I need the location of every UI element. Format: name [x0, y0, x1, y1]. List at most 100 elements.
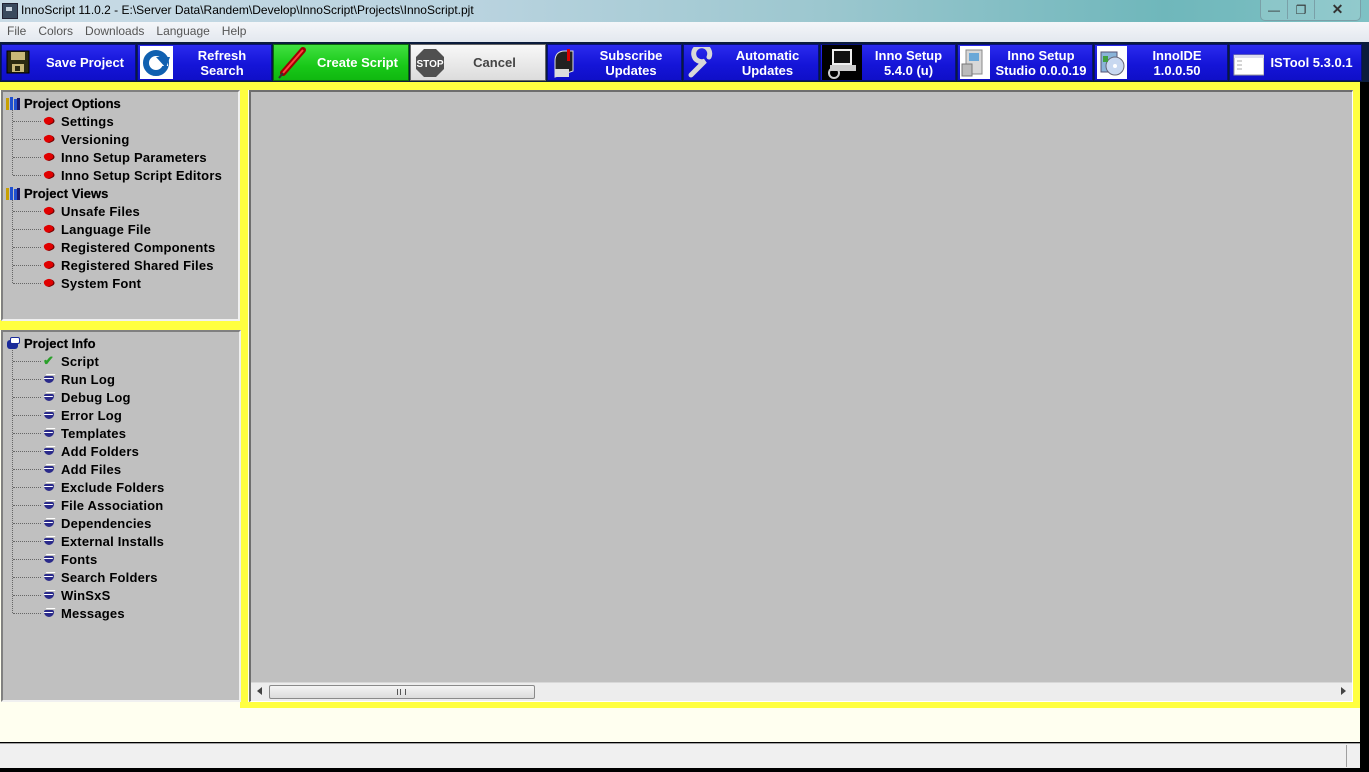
red-book-icon	[43, 260, 55, 270]
workspace-frame-top	[0, 82, 1360, 90]
checkmark-icon: ✔	[43, 353, 55, 368]
log-icon	[43, 572, 56, 582]
tree-connector	[13, 505, 41, 506]
tree-item-error-log[interactable]: Error Log	[43, 406, 122, 424]
log-icon	[43, 500, 56, 510]
installer-box-icon	[960, 46, 990, 79]
tree-item-exclude-folders[interactable]: Exclude Folders	[43, 478, 164, 496]
tree-connector	[13, 487, 41, 488]
pen-icon	[277, 46, 307, 79]
log-icon	[43, 464, 56, 474]
close-button[interactable]: ✕	[1315, 0, 1360, 19]
red-book-icon	[43, 278, 55, 288]
tree-item-inno-setup-parameters[interactable]: Inno Setup Parameters	[43, 148, 207, 166]
tree-item-add-folders[interactable]: Add Folders	[43, 442, 139, 460]
menu-file[interactable]: File	[2, 22, 31, 38]
red-book-icon	[43, 134, 55, 144]
log-icon	[43, 374, 56, 384]
taskbar-edge	[0, 768, 1369, 772]
floppy-disk-icon	[5, 47, 35, 79]
automatic-updates-button[interactable]: Automatic Updates	[683, 42, 819, 81]
tree-connector	[13, 613, 41, 614]
create-script-button[interactable]: Create Script	[273, 44, 409, 81]
info-icon	[6, 336, 20, 350]
tree-node-project-views[interactable]: Project Views	[6, 184, 108, 202]
innoide-button[interactable]: InnoIDE 1.0.0.50	[1094, 44, 1228, 81]
refresh-search-button[interactable]: Refresh Search	[137, 44, 272, 81]
tree-item-dependencies[interactable]: Dependencies	[43, 514, 152, 532]
menu-help[interactable]: Help	[217, 22, 252, 38]
log-icon	[43, 392, 56, 402]
red-book-icon	[43, 116, 55, 126]
minimize-button[interactable]: —	[1261, 0, 1288, 19]
tree-item-language-file[interactable]: Language File	[43, 220, 151, 238]
tree-item-registered-components[interactable]: Registered Components	[43, 238, 215, 256]
menu-colors[interactable]: Colors	[33, 22, 78, 38]
log-icon	[43, 518, 56, 528]
istool-button[interactable]: ISTool 5.3.0.1	[1229, 44, 1362, 81]
tree-item-versioning[interactable]: Versioning	[43, 130, 129, 148]
tree-connector	[13, 433, 41, 434]
red-book-icon	[43, 242, 55, 252]
computer-icon	[822, 45, 862, 80]
tree-connector	[13, 451, 41, 452]
inno-setup-studio-button[interactable]: Inno Setup Studio 0.0.0.19	[957, 44, 1093, 81]
tree-item-file-association[interactable]: File Association	[43, 496, 163, 514]
menu-downloads[interactable]: Downloads	[80, 22, 149, 38]
tree-node-project-info[interactable]: Project Info	[6, 334, 96, 352]
tree-connector	[13, 283, 41, 284]
scrollbar-thumb[interactable]	[269, 685, 535, 699]
tree-item-debug-log[interactable]: Debug Log	[43, 388, 131, 406]
restore-button[interactable]: ❐	[1288, 0, 1315, 19]
inno-setup-button[interactable]: Inno Setup 5.4.0 (u)	[820, 44, 956, 81]
scroll-left-arrow-icon[interactable]	[257, 687, 262, 695]
tree-item-run-log[interactable]: Run Log	[43, 370, 115, 388]
grip-icon	[397, 689, 406, 695]
log-icon	[43, 446, 56, 456]
tree-item-script[interactable]: ✔ Script	[43, 352, 99, 370]
splitter-horizontal[interactable]	[0, 320, 244, 330]
project-options-tree: Project Options Settings Versioning Inno…	[1, 90, 240, 321]
horizontal-scrollbar[interactable]	[251, 682, 1352, 701]
tree-connector	[13, 121, 41, 122]
splitter-vertical[interactable]	[240, 82, 248, 708]
red-book-icon	[43, 206, 55, 216]
save-project-button[interactable]: Save Project	[1, 44, 136, 81]
tree-item-fonts[interactable]: Fonts	[43, 550, 97, 568]
tree-item-system-font[interactable]: System Font	[43, 274, 141, 292]
stop-sign-icon: STOP	[414, 47, 444, 79]
log-icon	[43, 410, 56, 420]
tree-connector	[13, 415, 41, 416]
tree-item-inno-setup-script-editors[interactable]: Inno Setup Script Editors	[43, 166, 222, 184]
tree-node-project-options[interactable]: Project Options	[6, 94, 121, 112]
window-title: InnoScript 11.0.2 - E:\Server Data\Rande…	[21, 3, 474, 17]
tree-connector	[13, 397, 41, 398]
menu-language[interactable]: Language	[151, 22, 214, 38]
red-book-icon	[43, 170, 55, 180]
window-icon	[1232, 47, 1265, 79]
tree-item-settings[interactable]: Settings	[43, 112, 114, 130]
red-book-icon	[43, 224, 55, 234]
tree-connector	[13, 157, 41, 158]
log-icon	[43, 536, 56, 546]
workspace-frame-bottom	[248, 702, 1360, 708]
tree-connector	[13, 595, 41, 596]
tree-connector	[13, 523, 41, 524]
tree-item-messages[interactable]: Messages	[43, 604, 125, 622]
workspace-frame-right	[1353, 82, 1360, 708]
cancel-button[interactable]: STOP Cancel	[410, 44, 546, 81]
refresh-icon	[140, 46, 173, 79]
tree-connector	[12, 350, 13, 613]
tree-item-unsafe-files[interactable]: Unsafe Files	[43, 202, 140, 220]
subscribe-updates-button[interactable]: Subscribe Updates	[547, 44, 682, 81]
tree-connector	[13, 577, 41, 578]
tree-item-registered-shared-files[interactable]: Registered Shared Files	[43, 256, 214, 274]
tree-item-search-folders[interactable]: Search Folders	[43, 568, 158, 586]
title-bar: InnoScript 11.0.2 - E:\Server Data\Rande…	[0, 0, 1369, 22]
tree-item-templates[interactable]: Templates	[43, 424, 126, 442]
tree-item-add-files[interactable]: Add Files	[43, 460, 121, 478]
scroll-right-arrow-icon[interactable]	[1341, 687, 1346, 695]
mailbox-icon	[551, 47, 581, 79]
tree-item-external-installs[interactable]: External Installs	[43, 532, 164, 550]
tree-item-winsxs[interactable]: WinSxS	[43, 586, 110, 604]
